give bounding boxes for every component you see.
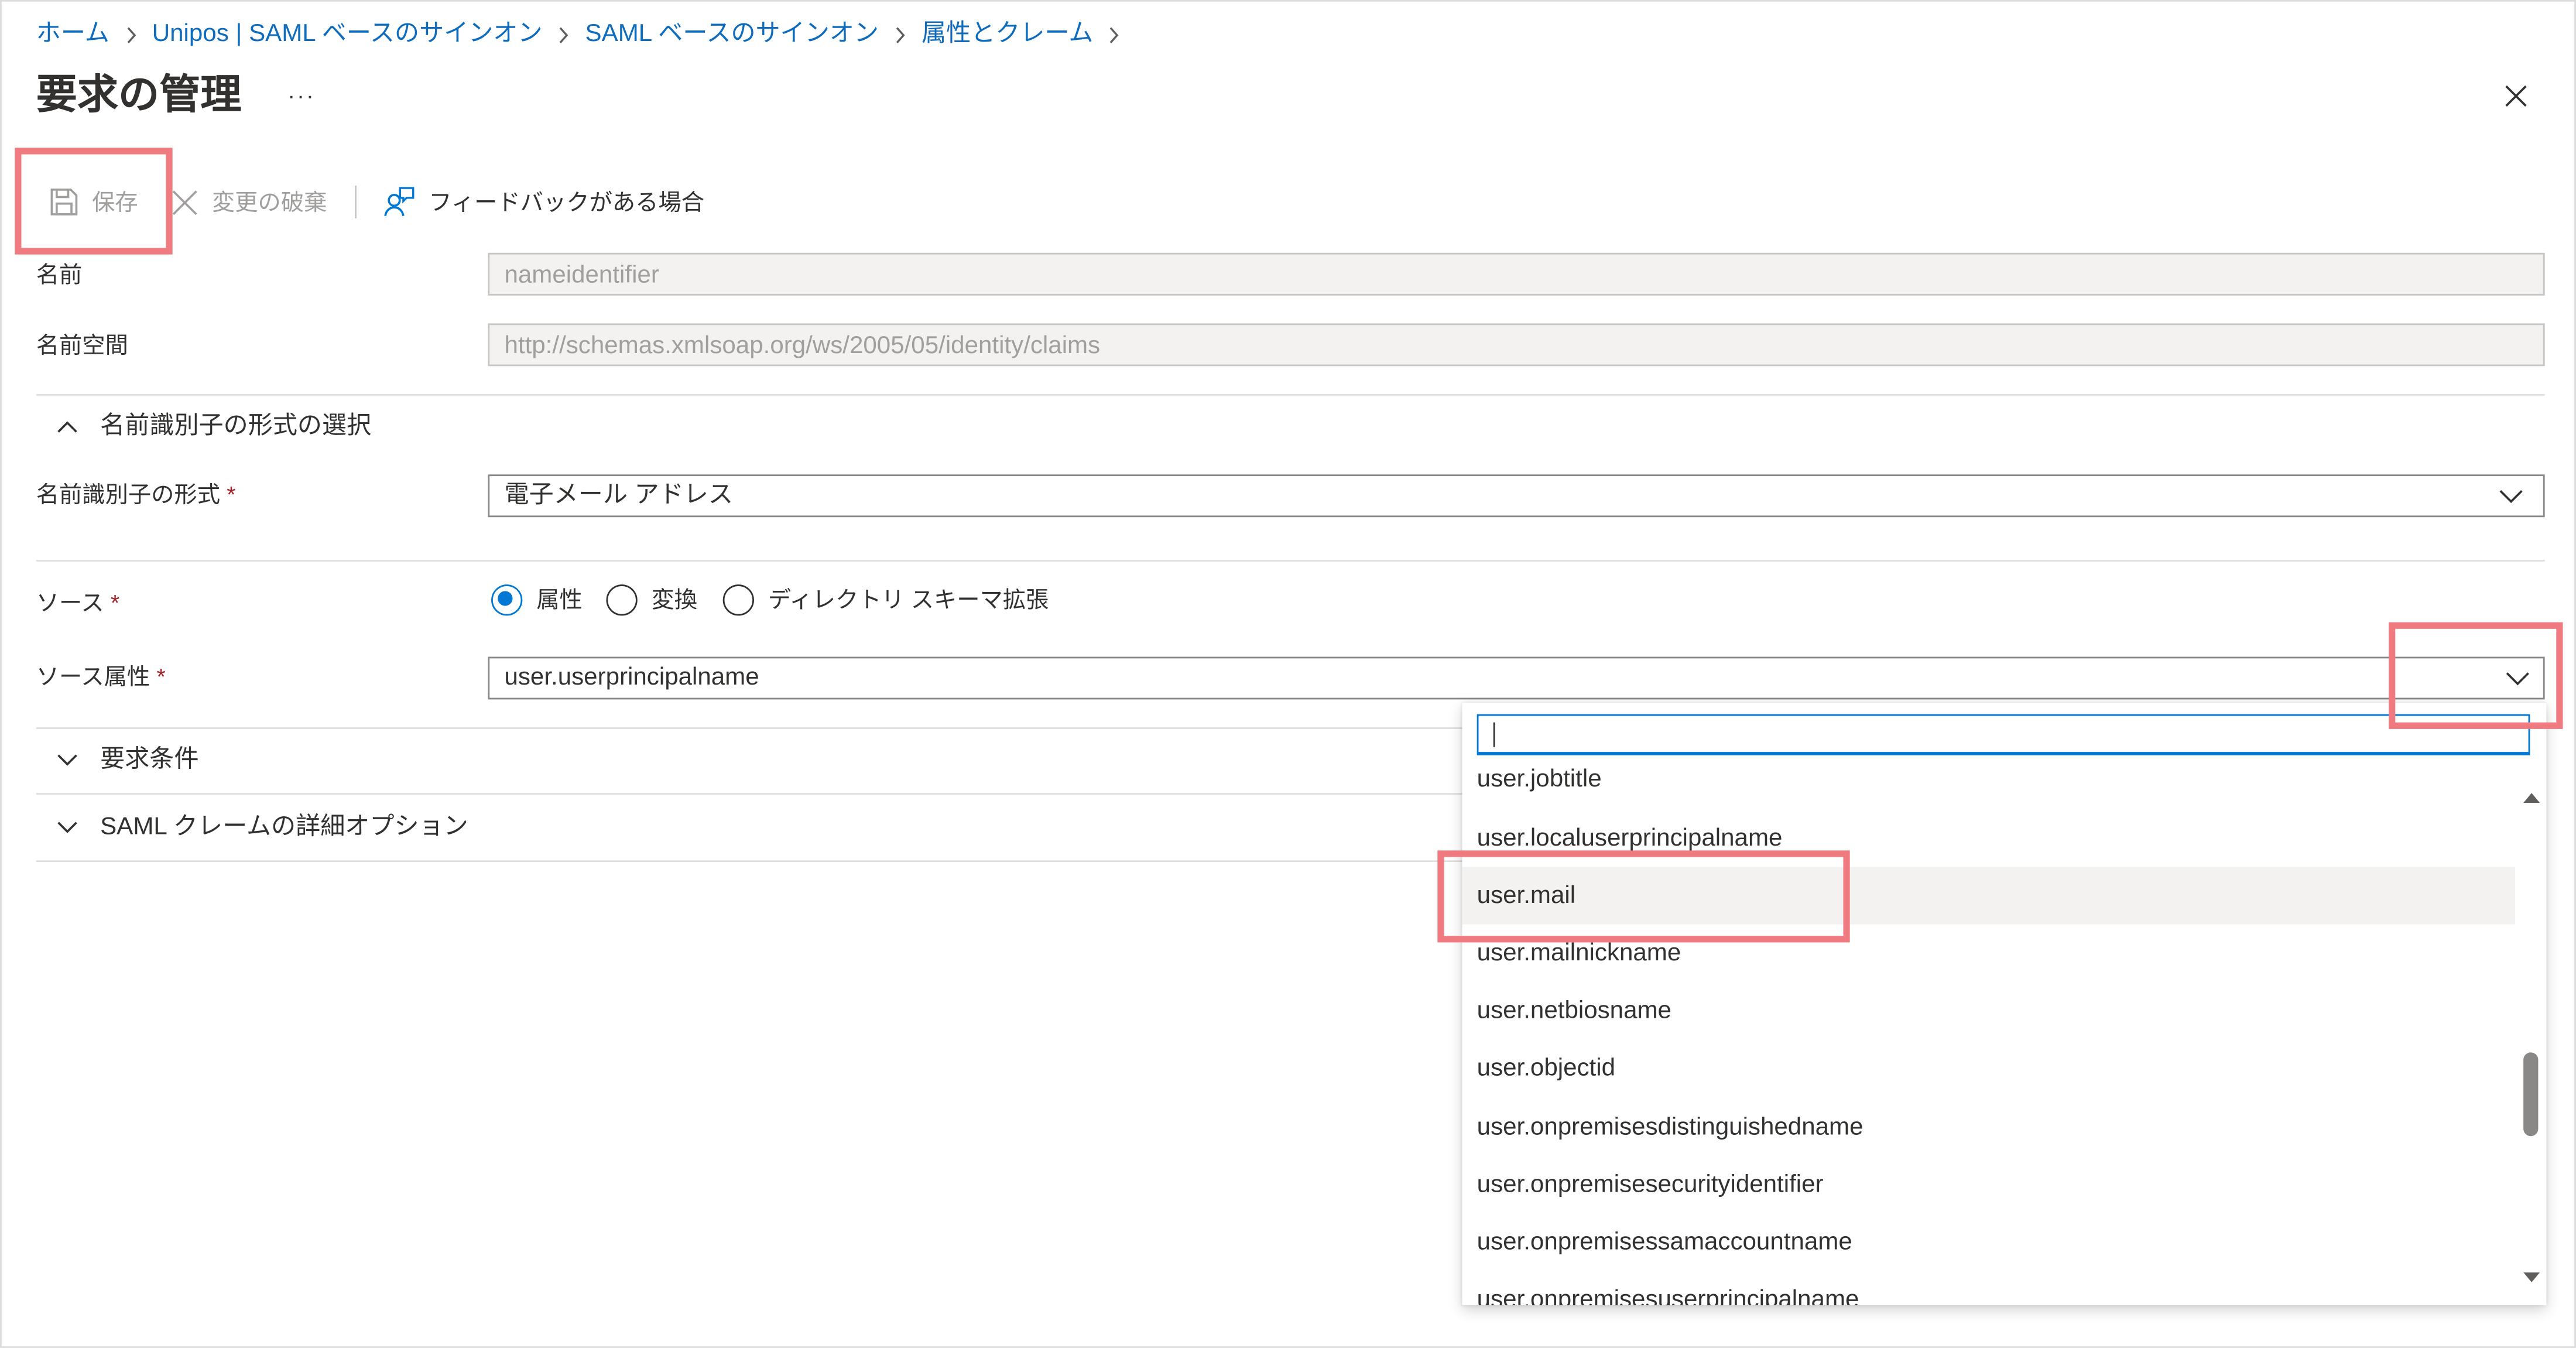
close-icon[interactable] [2503, 84, 2528, 108]
advanced-section-toggle[interactable]: SAML クレームの詳細オプション [56, 811, 468, 844]
source-label: ソース * [36, 586, 119, 619]
dropdown-option[interactable]: user.mailnickname [1462, 924, 2515, 982]
dropdown-option[interactable]: user.onpremisesdistinguishedname [1462, 1097, 2515, 1155]
required-mark: * [227, 481, 236, 508]
name-field [488, 252, 2545, 296]
radio-button-icon [722, 583, 753, 615]
name-format-dropdown[interactable]: 電子メール アドレス [488, 474, 2545, 518]
source-radio-attribute[interactable]: 属性 [490, 583, 583, 615]
more-options-button[interactable]: ··· [287, 79, 316, 112]
page: ホーム Unipos | SAML ベースのサインオン SAML ベースのサイン… [0, 0, 2576, 1348]
name-label: 名前 [36, 261, 83, 288]
name-format-value: 電子メール アドレス [504, 481, 734, 509]
source-attribute-value: user.userprincipalname [504, 663, 759, 692]
namespace-label: 名前空間 [36, 331, 128, 358]
required-mark: * [110, 589, 120, 616]
scroll-up-arrow-icon[interactable] [2523, 793, 2540, 803]
format-label: 名前識別子の形式 * [36, 478, 236, 511]
feedback-label: フィードバックがある場合 [429, 189, 705, 215]
advanced-section-title: SAML クレームの詳細オプション [100, 812, 468, 841]
text-cursor [1493, 722, 1495, 747]
toolbar-divider [355, 185, 357, 218]
chevron-down-icon [2499, 490, 2523, 504]
namespace-field [488, 323, 2545, 367]
source-radio-transformation[interactable]: 変換 [605, 583, 697, 615]
required-mark: * [156, 663, 166, 690]
dropdown-option[interactable]: user.onpremisessamaccountname [1462, 1213, 2515, 1271]
dropdown-option[interactable]: user.onpremisesecurityidentifier [1462, 1155, 2515, 1213]
source-attribute-dropdown[interactable]: user.userprincipalname [488, 656, 2545, 700]
save-button[interactable]: 保存 [49, 186, 138, 218]
breadcrumb: ホーム Unipos | SAML ベースのサインオン SAML ベースのサイン… [36, 18, 1121, 51]
save-icon [50, 189, 78, 215]
divider [36, 560, 2545, 562]
chevron-right-icon [126, 26, 136, 43]
dropdown-option[interactable]: user.onpremisesuserprincipalname [1462, 1271, 2515, 1305]
discard-label: 変更の破棄 [211, 189, 327, 215]
dropdown-option[interactable]: user.localuserprincipalname [1462, 809, 2515, 867]
radio-label: 属性 [536, 586, 583, 613]
divider [36, 394, 2545, 396]
scroll-down-arrow-icon[interactable] [2523, 1272, 2540, 1282]
breadcrumb-home[interactable]: ホーム [36, 18, 109, 51]
source-attribute-listbox: user.jobtitle user.localuserprincipalnam… [1462, 703, 2547, 1306]
breadcrumb-attributes-claims[interactable]: 属性とクレーム [922, 18, 1093, 51]
chevron-down-icon [57, 754, 77, 766]
discard-button[interactable]: 変更の破棄 [171, 186, 327, 218]
radio-label: 変換 [651, 586, 698, 613]
source-radio-directory-extension[interactable]: ディレクトリ スキーマ拡張 [722, 583, 1049, 615]
format-label-text: 名前識別子の形式 [36, 481, 221, 508]
page-title: 要求の管理 [36, 72, 242, 118]
chevron-right-icon [1111, 26, 1119, 43]
format-section-toggle[interactable]: 名前識別子の形式の選択 [56, 410, 371, 443]
chevron-down-icon[interactable] [2505, 666, 2530, 689]
chevron-down-icon [57, 822, 77, 833]
dropdown-option[interactable]: user.mail [1462, 866, 2516, 925]
source-label-text: ソース [36, 589, 104, 616]
feedback-person-icon [384, 187, 415, 217]
source-attribute-label: ソース属性 * [36, 660, 166, 693]
breadcrumb-app[interactable]: Unipos | SAML ベースのサインオン [152, 18, 543, 51]
scrollbar-thumb[interactable] [2523, 1052, 2539, 1137]
source-attribute-label-text: ソース属性 [36, 663, 150, 690]
feedback-button[interactable]: フィードバックがある場合 [383, 186, 704, 218]
radio-button-icon [490, 583, 522, 615]
dropdown-option[interactable]: user.jobtitle [1462, 758, 2515, 809]
dropdown-option[interactable]: user.netbiosname [1462, 982, 2515, 1040]
conditions-section-title: 要求条件 [100, 745, 199, 774]
dropdown-search-input[interactable] [1477, 714, 2530, 755]
conditions-section-toggle[interactable]: 要求条件 [56, 744, 199, 776]
chevron-right-icon [560, 26, 568, 43]
chevron-right-icon [896, 26, 905, 43]
breadcrumb-saml-signon[interactable]: SAML ベースのサインオン [585, 18, 879, 51]
dropdown-options: user.jobtitle user.localuserprincipalnam… [1462, 758, 2516, 1305]
radio-label: ディレクトリ スキーマ拡張 [768, 586, 1049, 613]
dropdown-options-list[interactable]: user.jobtitle user.localuserprincipalnam… [1462, 758, 2516, 1305]
chevron-up-icon [57, 421, 77, 433]
radio-button-icon [605, 583, 637, 615]
dropdown-option[interactable]: user.objectid [1462, 1040, 2515, 1098]
dismiss-icon [172, 189, 197, 214]
save-label: 保存 [92, 189, 138, 215]
format-section-title: 名前識別子の形式の選択 [100, 412, 372, 440]
